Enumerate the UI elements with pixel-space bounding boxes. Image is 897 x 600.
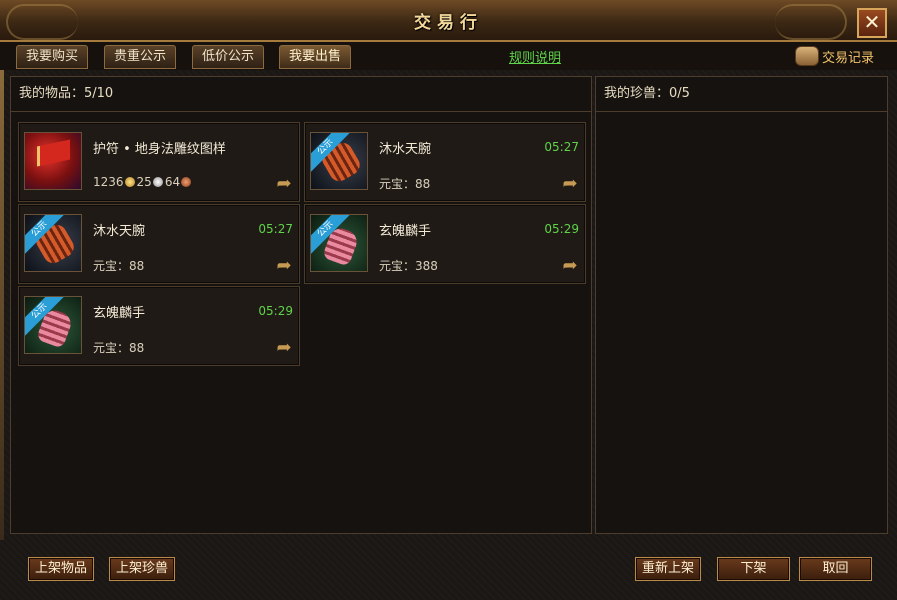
item-price: 元宝： 388 — [379, 257, 438, 274]
withdraw-button[interactable]: 取回 — [799, 557, 872, 581]
left-frame-strip — [0, 70, 4, 540]
price-value: 88 — [415, 176, 431, 191]
tab-valuable-notice[interactable]: 贵重公示 — [104, 45, 177, 69]
share-arrow-icon[interactable]: ➦ — [273, 257, 295, 275]
price-value: 388 — [415, 258, 438, 273]
item-timer: 05:29 — [544, 222, 579, 236]
items-panel-header: 我的物品：5/10 — [11, 77, 591, 112]
tab-lowprice-notice[interactable]: 低价公示 — [192, 45, 265, 69]
item-price: 元宝： 88 — [379, 175, 430, 192]
gold-coin-icon — [124, 177, 135, 187]
item-name: 玄魄麟手 — [93, 306, 146, 321]
price-label: 元宝： — [379, 259, 416, 273]
amulet-flag-icon — [37, 139, 70, 167]
trade-record-label: 交易记录 — [822, 50, 875, 66]
relist-button[interactable]: 重新上架 — [635, 557, 702, 581]
gold-amount: 1236 — [93, 175, 124, 189]
item-card[interactable]: 公示 玄魄麟手 05:29 元宝： 388 ➦ — [304, 204, 586, 284]
price-label: 元宝： — [93, 259, 130, 273]
price-label: 元宝： — [379, 177, 416, 191]
item-name: 玄魄麟手 — [379, 224, 432, 239]
bracer-icon: 公示 — [24, 214, 82, 272]
share-arrow-icon[interactable]: ➦ — [273, 339, 295, 357]
glove-icon: 公示 — [24, 296, 82, 354]
list-pet-button[interactable]: 上架珍兽 — [109, 557, 176, 581]
copper-coin-icon — [181, 177, 192, 187]
item-timer: 05:27 — [258, 222, 293, 236]
item-timer: 05:29 — [258, 304, 293, 318]
item-card[interactable]: 公示 沐水天腕 05:27 元宝： 88 ➦ — [304, 122, 586, 202]
silver-coin-icon — [152, 177, 163, 187]
close-icon[interactable]: ✕ — [857, 8, 887, 38]
tab-bar: 我要购买 贵重公示 低价公示 我要出售 — [0, 42, 897, 70]
price-label: 元宝： — [93, 341, 130, 355]
copper-amount: 64 — [164, 175, 181, 189]
silver-amount: 25 — [136, 175, 152, 189]
trade-record-button[interactable]: 交易记录 — [795, 45, 874, 67]
price-value: 88 — [129, 340, 145, 355]
item-price: 1236 25 64 — [93, 175, 193, 189]
item-card[interactable]: 公示 沐水天腕 05:27 元宝： 88 ➦ — [18, 204, 300, 284]
glove-icon: 公示 — [310, 214, 368, 272]
pets-panel: 我的珍兽：0/5 — [595, 76, 888, 534]
bracer-icon: 公示 — [310, 132, 368, 190]
delist-button[interactable]: 下架 — [717, 557, 790, 581]
share-arrow-icon[interactable]: ➦ — [559, 175, 581, 193]
rules-link[interactable]: 规则说明 — [509, 47, 561, 66]
item-card[interactable]: 公示 玄魄麟手 05:29 元宝： 88 ➦ — [18, 286, 300, 366]
item-price: 元宝： 88 — [93, 257, 144, 274]
title-bar: 交易行 ✕ — [0, 0, 897, 42]
item-name: 护符 • 地身法雕纹图样 — [93, 142, 226, 157]
price-value: 88 — [129, 258, 145, 273]
tab-buy[interactable]: 我要购买 — [16, 45, 89, 69]
tab-sell[interactable]: 我要出售 — [279, 45, 352, 69]
item-card[interactable]: 护符 • 地身法雕纹图样 1236 25 64 ➦ — [18, 122, 300, 202]
share-arrow-icon[interactable]: ➦ — [559, 257, 581, 275]
list-item-button[interactable]: 上架物品 — [28, 557, 95, 581]
scroll-icon — [795, 46, 819, 66]
pets-panel-header: 我的珍兽：0/5 — [596, 77, 887, 112]
item-name: 沐水天腕 — [93, 224, 146, 239]
window-title: 交易行 — [414, 13, 483, 33]
item-price: 元宝： 88 — [93, 339, 144, 356]
trading-window: 交易行 ✕ 我要购买 贵重公示 低价公示 我要出售 规则说明 交易记录 我的物品… — [0, 0, 897, 600]
amulet-icon — [24, 132, 82, 190]
item-timer: 05:27 — [544, 140, 579, 154]
share-arrow-icon[interactable]: ➦ — [273, 175, 295, 193]
item-name: 沐水天腕 — [379, 142, 432, 157]
